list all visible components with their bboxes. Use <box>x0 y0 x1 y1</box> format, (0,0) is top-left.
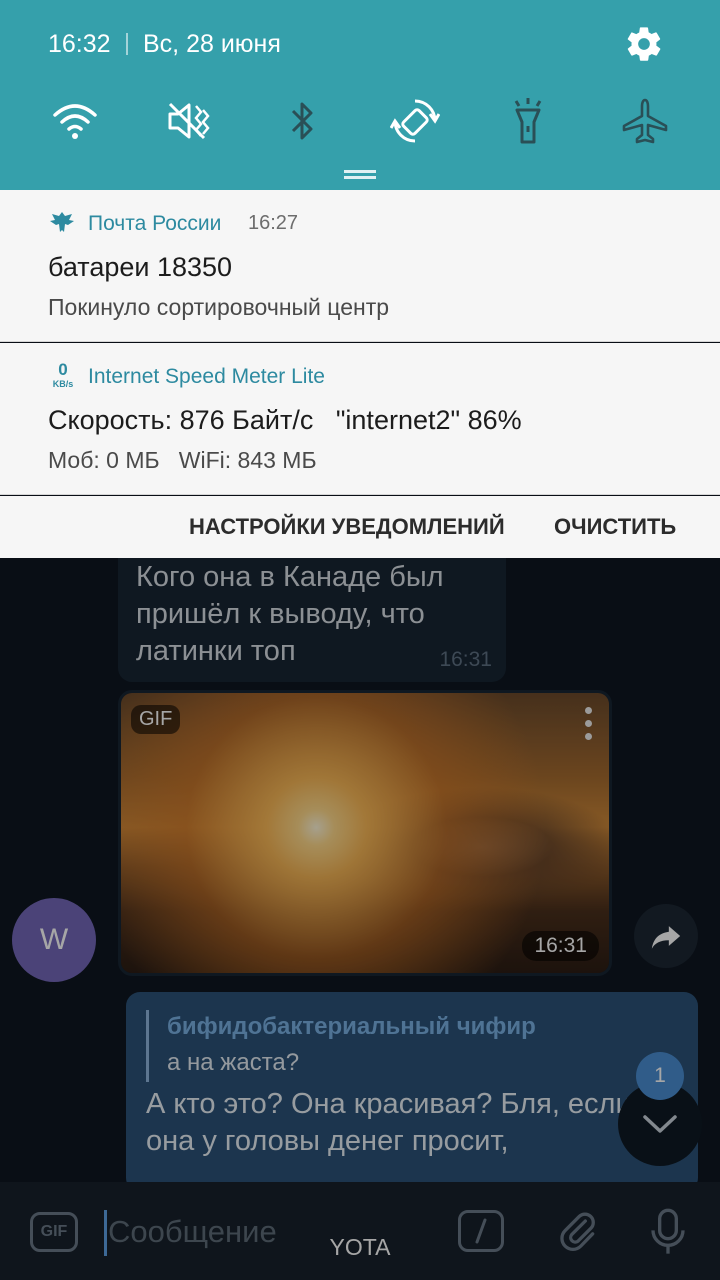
notification-speed-meter[interactable]: 0 KB/s Internet Speed Meter Lite Скорост… <box>0 343 720 495</box>
forward-icon <box>651 926 681 949</box>
flashlight-icon[interactable] <box>503 96 553 146</box>
shade-handle[interactable] <box>344 176 376 179</box>
divider <box>126 33 128 55</box>
gif-message[interactable]: GIF 16:31 <box>118 690 612 976</box>
carrier-label: YOTA <box>329 1234 391 1260</box>
mute-icon[interactable] <box>164 96 214 146</box>
message-time: 16:31 <box>439 648 492 671</box>
bluetooth-icon[interactable] <box>277 96 327 146</box>
message-text: Кого она в Канаде был пришёл к выводу, ч… <box>136 561 444 667</box>
shade-handle[interactable] <box>344 170 376 173</box>
gif-badge: GIF <box>131 705 181 734</box>
more-options-icon[interactable] <box>585 707 593 746</box>
gear-icon[interactable] <box>624 24 664 64</box>
eagle-icon <box>50 212 74 232</box>
notification-app-name: Почта России <box>88 212 222 235</box>
wifi-icon[interactable] <box>50 96 100 146</box>
commands-button[interactable] <box>458 1210 504 1252</box>
notification-app-name: Internet Speed Meter Lite <box>88 365 325 388</box>
speed-icon-value: 0 <box>58 360 68 379</box>
notification-title: Скорость: 876 Байт/с "internet2" 86% <box>48 405 522 435</box>
message-text: А кто это? Она красивая? Бля, если она у… <box>146 1088 632 1157</box>
notification-time: 16:27 <box>248 212 299 234</box>
gif-time: 16:31 <box>522 931 599 961</box>
speed-icon-unit: KB/s <box>52 379 74 389</box>
reply-author: бифидобактериальный чифир <box>167 1013 536 1040</box>
date: Вс, 28 июня <box>143 30 281 58</box>
outgoing-message[interactable]: бифидобактериальный чифир а на жаста? А … <box>126 992 698 1192</box>
speed-meter-icon: 0 KB/s <box>48 360 78 390</box>
airplane-icon[interactable] <box>620 96 670 146</box>
clear-notifications-button[interactable]: ОЧИСТИТЬ <box>554 514 676 540</box>
chevron-down-icon <box>643 1115 677 1133</box>
unread-badge: 1 <box>636 1052 684 1100</box>
rotate-icon[interactable] <box>390 96 440 146</box>
quick-settings-panel: 16:32 Вс, 28 июня <box>0 0 720 190</box>
reply-quote[interactable]: бифидобактериальный чифир а на жаста? <box>146 1010 536 1082</box>
notification-pochta[interactable]: Почта России 16:27 батареи 18350 Покинул… <box>0 190 720 342</box>
reply-snippet: а на жаста? <box>167 1049 300 1076</box>
clock: 16:32 <box>48 30 111 58</box>
microphone-icon[interactable] <box>648 1206 688 1258</box>
notification-actions: НАСТРОЙКИ УВЕДОМЛЕНИЙ ОЧИСТИТЬ <box>0 496 720 558</box>
attach-icon[interactable] <box>556 1208 600 1256</box>
share-button[interactable] <box>634 904 698 968</box>
notification-text: Моб: 0 МБ WiFi: 843 МБ <box>48 447 317 473</box>
slash-icon <box>475 1218 487 1244</box>
notification-title: батареи 18350 <box>48 252 233 282</box>
notification-text: Покинуло сортировочный центр <box>48 294 390 320</box>
message-input-bar: GIF Сообщение YOTA <box>0 1182 720 1280</box>
notification-settings-button[interactable]: НАСТРОЙКИ УВЕДОМЛЕНИЙ <box>189 514 505 540</box>
quick-settings-row <box>0 96 720 146</box>
avatar[interactable]: W <box>12 898 96 982</box>
